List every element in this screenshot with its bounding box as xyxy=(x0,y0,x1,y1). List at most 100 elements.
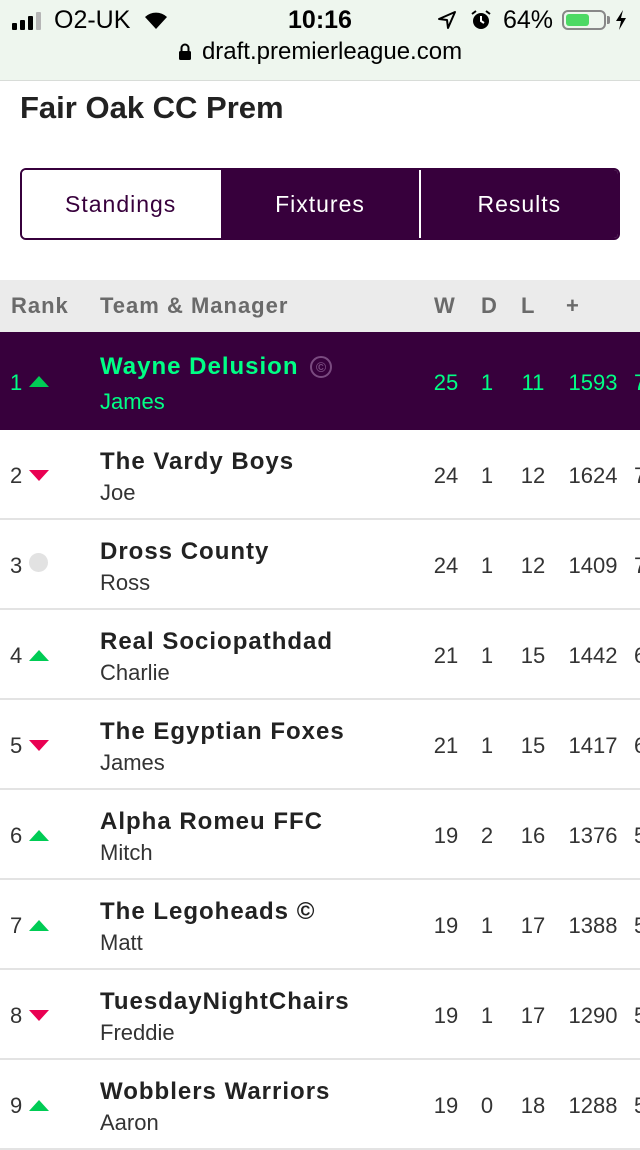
draws-value: 1 xyxy=(480,643,494,668)
wins-value: 19 xyxy=(433,913,459,938)
rank-number: 9 xyxy=(10,1093,23,1118)
manager-name: Charlie xyxy=(100,660,170,685)
battery-fill xyxy=(566,14,589,26)
team-name[interactable]: The Legoheads © xyxy=(100,898,315,926)
standings-table-header: Rank Team & Manager W D L + xyxy=(0,280,640,332)
team-name-text: Real Sociopathdad xyxy=(100,628,334,655)
table-row[interactable]: 9 Wobblers Warriors Aaron 19 0 18 1288 5 xyxy=(0,1060,640,1150)
rank-number: 8 xyxy=(10,1003,23,1028)
table-row[interactable]: 1Wayne Delusion©James2511115937 xyxy=(0,332,640,430)
wins-value: 19 xyxy=(433,1003,459,1028)
table-row[interactable]: 3 Dross County Ross 24 1 12 1409 7 xyxy=(0,520,640,610)
battery-icon xyxy=(562,10,606,30)
arrow-up-icon xyxy=(29,920,49,931)
manager-name: Aaron xyxy=(100,1110,159,1135)
column-header-rank: Rank xyxy=(11,293,69,318)
losses-value: 11 xyxy=(521,370,545,395)
arrow-up-icon xyxy=(29,650,49,661)
tab-results[interactable]: Results xyxy=(418,170,618,238)
wins-value: 24 xyxy=(433,553,459,578)
truncated-column-value: 7 xyxy=(634,553,640,579)
table-row[interactable]: 6 Alpha Romeu FFC Mitch 19 2 16 1376 5 xyxy=(0,790,640,880)
column-header-wins: W xyxy=(434,293,456,318)
draws-value: 1 xyxy=(480,553,494,578)
truncated-column-value: 6 xyxy=(634,733,640,759)
column-header-points-for: + xyxy=(566,293,580,318)
team-name[interactable]: The Vardy Boys xyxy=(100,448,294,476)
truncated-column-value: 5 xyxy=(634,823,640,849)
losses-value: 15 xyxy=(520,643,546,668)
table-row[interactable]: 8 TuesdayNightChairs Freddie 19 1 17 1290 5 xyxy=(0,970,640,1060)
table-row[interactable]: 5 The Egyptian Foxes James 21 1 15 1417 6 xyxy=(0,700,640,790)
losses-value: 17 xyxy=(520,1003,546,1028)
losses-value: 17 xyxy=(520,913,546,938)
lock-icon xyxy=(178,40,192,68)
column-header-team: Team & Manager xyxy=(100,293,289,318)
team-name-text: The Egyptian Foxes xyxy=(100,718,345,745)
points-for-value: 1624 xyxy=(568,463,618,488)
url-text: draft.premierleague.com xyxy=(201,38,463,65)
manager-name: Freddie xyxy=(100,1020,175,1045)
standings-table: 1Wayne Delusion©James25111159372The Vard… xyxy=(0,332,640,1150)
manager-name: Matt xyxy=(100,930,143,955)
rank-number: 5 xyxy=(10,733,23,758)
alarm-icon xyxy=(470,9,492,36)
team-name-text: Dross County xyxy=(100,538,270,565)
team-name[interactable]: Wayne Delusion © xyxy=(100,353,333,381)
location-arrow-icon xyxy=(437,10,457,35)
points-for-value: 1376 xyxy=(568,823,618,848)
truncated-column-value: 6 xyxy=(634,643,640,669)
team-name[interactable]: Wobblers Warriors xyxy=(100,1078,330,1106)
arrow-up-icon xyxy=(29,376,49,387)
draws-value: 1 xyxy=(480,733,494,758)
arrow-up-icon xyxy=(29,1100,49,1111)
truncated-column-value: 7 xyxy=(634,370,640,396)
rank-number: 2 xyxy=(10,463,23,488)
tab-fixtures[interactable]: Fixtures xyxy=(219,170,419,238)
charging-bolt-icon xyxy=(614,9,628,36)
rank-number: 7 xyxy=(10,913,23,938)
team-name[interactable]: TuesdayNightChairs xyxy=(100,988,350,1016)
column-header-draws: D xyxy=(481,293,498,318)
points-for-value: 1388 xyxy=(568,913,618,938)
wins-value: 25 xyxy=(433,370,459,395)
no-change-icon xyxy=(29,553,48,572)
tab-standings[interactable]: Standings xyxy=(22,170,220,238)
team-name-text: Alpha Romeu FFC xyxy=(100,808,323,835)
battery-percent: 64% xyxy=(503,6,554,34)
team-name-text: The Vardy Boys xyxy=(100,448,295,475)
view-tabs: Standings Fixtures Results xyxy=(20,168,620,240)
team-name-text: TuesdayNightChairs xyxy=(100,988,350,1015)
points-for-value: 1593 xyxy=(568,370,618,395)
truncated-column-value: 5 xyxy=(634,1003,640,1029)
manager-name: James xyxy=(100,750,165,775)
team-name[interactable]: Real Sociopathdad xyxy=(100,628,333,656)
manager-name: James xyxy=(100,389,165,414)
manager-name: Ross xyxy=(100,570,151,595)
manager-name: Joe xyxy=(100,480,136,505)
column-header-losses: L xyxy=(521,293,536,318)
team-name[interactable]: Dross County xyxy=(100,538,269,566)
team-name[interactable]: Alpha Romeu FFC xyxy=(100,808,323,836)
arrow-down-icon xyxy=(29,740,49,751)
wins-value: 21 xyxy=(433,733,459,758)
draws-value: 1 xyxy=(480,370,494,395)
points-for-value: 1442 xyxy=(568,643,618,668)
losses-value: 12 xyxy=(520,553,546,578)
address-bar[interactable]: draft.premierleague.com xyxy=(0,38,640,68)
losses-value: 16 xyxy=(520,823,546,848)
points-for-value: 1409 xyxy=(568,553,618,578)
arrow-up-icon xyxy=(29,830,49,841)
league-title: Fair Oak CC Prem xyxy=(20,90,284,125)
battery-cap xyxy=(607,16,610,24)
rank-number: 6 xyxy=(10,823,23,848)
draws-value: 1 xyxy=(480,463,494,488)
rank-number: 3 xyxy=(10,553,23,578)
losses-value: 18 xyxy=(520,1093,546,1118)
team-name[interactable]: The Egyptian Foxes xyxy=(100,718,345,746)
table-row[interactable]: 2 The Vardy Boys Joe 24 1 12 1624 7 xyxy=(0,430,640,520)
table-row[interactable]: 4 Real Sociopathdad Charlie 21 1 15 1442 6 xyxy=(0,610,640,700)
captain-badge-icon: © xyxy=(310,356,333,378)
table-row[interactable]: 7 The Legoheads © Matt 19 1 17 1388 5 xyxy=(0,880,640,970)
arrow-down-icon xyxy=(29,470,49,481)
